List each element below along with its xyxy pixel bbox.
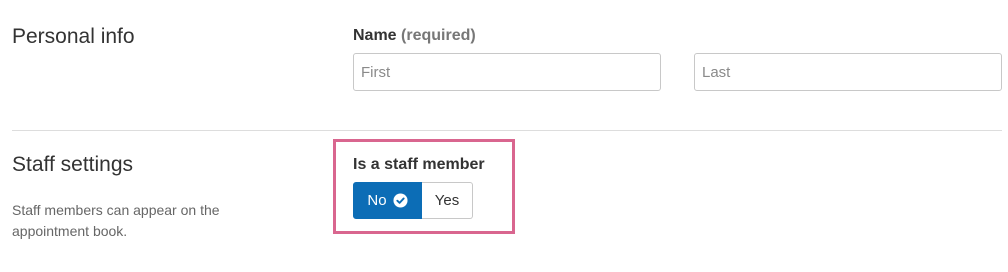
required-indicator: (required): [401, 27, 476, 44]
toggle-no-button[interactable]: No: [353, 182, 422, 219]
toggle-yes-label: Yes: [434, 192, 460, 209]
section-divider: [12, 130, 1002, 131]
staff-member-field-label: Is a staff member: [353, 156, 485, 173]
check-circle-icon: [393, 193, 408, 208]
section-title-staff-settings: Staff settings: [12, 153, 134, 176]
staff-settings-description: Staff members can appear on the appointm…: [12, 202, 220, 239]
staff-member-toggle: No Yes: [353, 182, 473, 219]
toggle-yes-button[interactable]: Yes: [422, 182, 473, 219]
toggle-no-label: No: [367, 192, 387, 209]
section-title-personal-info: Personal info: [12, 25, 135, 48]
first-name-input[interactable]: [353, 53, 661, 91]
name-label-text: Name: [353, 27, 397, 44]
last-name-input[interactable]: [694, 53, 1002, 91]
name-field-label: Name (required): [353, 27, 476, 45]
